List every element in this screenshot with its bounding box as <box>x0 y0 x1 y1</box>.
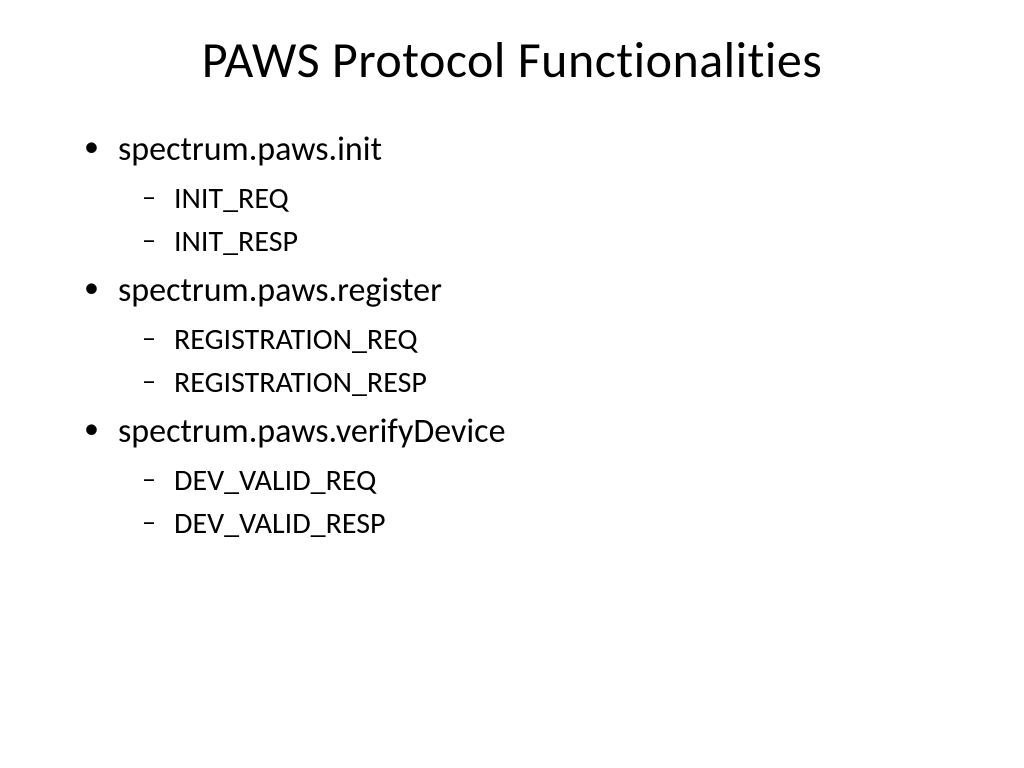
list-item: spectrum.paws.init INIT_REQ INIT_RESP <box>98 127 964 264</box>
slide-title: PAWS Protocol Functionalities <box>60 30 964 91</box>
sub-item-label: REGISTRATION_RESP <box>174 364 427 401</box>
slide-content: spectrum.paws.init INIT_REQ INIT_RESP sp… <box>60 127 964 546</box>
section-heading: spectrum.paws.register <box>118 270 442 311</box>
section-heading: spectrum.paws.init <box>118 129 382 170</box>
section-heading: spectrum.paws.verifyDevice <box>118 411 505 452</box>
sub-item-label: REGISTRATION_REQ <box>174 321 418 358</box>
sub-list: REGISTRATION_REQ REGISTRATION_RESP <box>118 318 964 405</box>
sub-item-label: INIT_REQ <box>174 180 289 217</box>
bullet-list: spectrum.paws.init INIT_REQ INIT_RESP sp… <box>70 127 964 546</box>
sub-list: INIT_REQ INIT_RESP <box>118 177 964 264</box>
list-item: REGISTRATION_REQ <box>156 318 964 362</box>
list-item: DEV_VALID_REQ <box>156 459 964 503</box>
list-item: spectrum.paws.register REGISTRATION_REQ … <box>98 268 964 405</box>
sub-item-label: DEV_VALID_RESP <box>174 505 386 542</box>
sub-item-label: DEV_VALID_REQ <box>174 462 376 499</box>
sub-item-label: INIT_RESP <box>174 223 298 260</box>
list-item: INIT_RESP <box>156 220 964 264</box>
sub-list: DEV_VALID_REQ DEV_VALID_RESP <box>118 459 964 546</box>
list-item: REGISTRATION_RESP <box>156 361 964 405</box>
list-item: INIT_REQ <box>156 177 964 221</box>
list-item: DEV_VALID_RESP <box>156 502 964 546</box>
list-item: spectrum.paws.verifyDevice DEV_VALID_REQ… <box>98 409 964 546</box>
